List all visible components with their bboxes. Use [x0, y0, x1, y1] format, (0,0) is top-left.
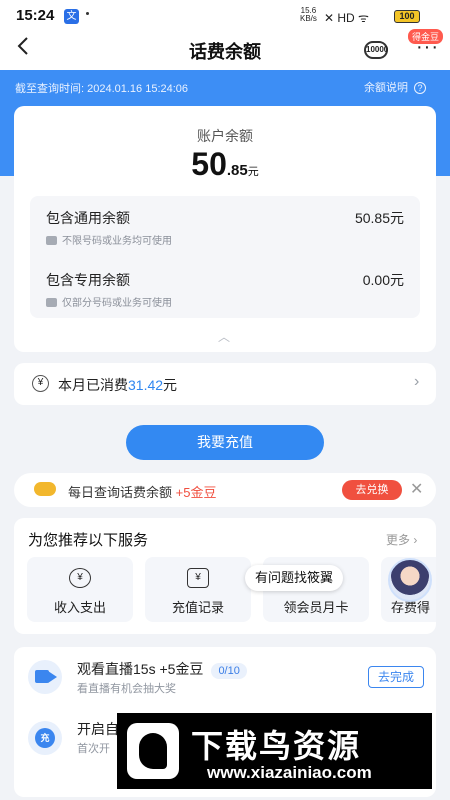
service-recharge-record[interactable]: ¥ 充值记录 [145, 557, 251, 622]
daily-reward-bar: 每日查询话费余额 +5金豆 去兑换 ✕ [14, 473, 436, 507]
yen-circle-icon: ¥ [69, 568, 91, 588]
balance-card: 账户余额 50.85元 包含通用余额 50.85元 不限号码或业务均可使用 包含… [14, 106, 436, 352]
charge-icon: 充 [35, 728, 55, 748]
gold-coin-icon [34, 482, 56, 496]
monthly-spend-text: 本月已消费31.42元 [58, 377, 178, 393]
query-time: 截至查询时间: 2024.01.16 15:24:06 [15, 83, 189, 95]
special-balance-amount: 0.00元 [362, 272, 404, 288]
balance-label: 账户余额 [197, 128, 253, 144]
camera-icon [35, 670, 49, 683]
balance-explain-link[interactable]: 余额说明? [364, 79, 426, 95]
service-label: 充值记录 [171, 600, 224, 615]
status-time: 15:24 [16, 7, 55, 24]
watermark-banner: 下载鸟资源 www.xiazainiao.com [117, 713, 432, 789]
service-income-expense[interactable]: ¥ 收入支出 [27, 557, 133, 622]
bird-logo-icon [127, 723, 179, 779]
app-notification-icon: 文 [64, 9, 79, 24]
general-balance-note: 不限号码或业务均可使用 [46, 232, 172, 247]
status-bar: 15:24 文 15.6 KB/s ✕ HD ᯤ 100 [0, 0, 450, 32]
task-title: 开启自 [77, 721, 119, 737]
assistant-bubble[interactable]: 有问题找筱翼 [245, 565, 344, 591]
receipt-icon: ¥ [187, 568, 209, 588]
recommended-services: 为您推荐以下服务 更多 › ¥ 收入支出 ¥ 充值记录 领会员月卡 存费得 有问… [14, 518, 436, 634]
special-balance-note: 仅部分号码或业务可使用 [46, 294, 172, 309]
monthly-spend-row[interactable]: ¥ 本月已消费31.42元 › [14, 363, 436, 405]
more-button[interactable]: ··· [416, 36, 439, 59]
yen-icon: ¥ [32, 375, 49, 392]
services-more-link[interactable]: 更多 › [386, 531, 417, 548]
hotline-button[interactable]: 10000 [364, 41, 388, 59]
signal-icons: ✕ HD ᯤ [324, 11, 370, 25]
play-icon [48, 671, 57, 683]
close-icon[interactable]: ✕ [410, 479, 423, 499]
notification-dot-icon [86, 12, 89, 15]
general-balance-label: 包含通用余额 [46, 210, 130, 226]
complete-task-button[interactable]: 去完成 [368, 666, 424, 688]
daily-reward-text: 每日查询话费余额 +5金豆 [68, 485, 217, 500]
collapse-icon[interactable]: ︿ [218, 328, 230, 345]
general-balance-amount: 50.85元 [354, 210, 404, 226]
services-title: 为您推荐以下服务 [28, 532, 149, 549]
live-video-icon [28, 660, 62, 694]
exchange-button[interactable]: 去兑换 [342, 480, 402, 500]
assistant-avatar[interactable] [388, 558, 432, 602]
watermark-title: 下载鸟资源 [191, 728, 362, 764]
recharge-task-icon: 充 [28, 721, 62, 755]
chevron-right-icon: › [414, 373, 420, 390]
balance-value: 50.85元 [191, 146, 259, 182]
task-subtitle: 看直播有机会抽大奖 [77, 683, 176, 695]
message-icon [46, 236, 57, 245]
help-icon: ? [414, 82, 426, 94]
task-progress: 0/10 [211, 663, 247, 679]
service-label: 领会员月卡 [283, 600, 349, 615]
special-balance-label: 包含专用余额 [46, 272, 130, 288]
balance-breakdown: 包含通用余额 50.85元 不限号码或业务均可使用 包含专用余额 0.00元 仅… [30, 196, 420, 318]
task-title: 观看直播15s +5金豆 0/10 [77, 659, 247, 679]
task-subtitle: 首次开 [77, 743, 110, 755]
recharge-button[interactable]: 我要充值 [126, 425, 324, 460]
watermark-url: www.xiazainiao.com [207, 763, 372, 782]
network-speed: 15.6 KB/s [300, 6, 317, 23]
message-icon [46, 298, 57, 307]
service-label: 收入支出 [53, 600, 106, 615]
battery-icon: 100 [394, 10, 420, 23]
nav-bar: 话费余额 10000 得金豆 ··· [0, 29, 450, 70]
